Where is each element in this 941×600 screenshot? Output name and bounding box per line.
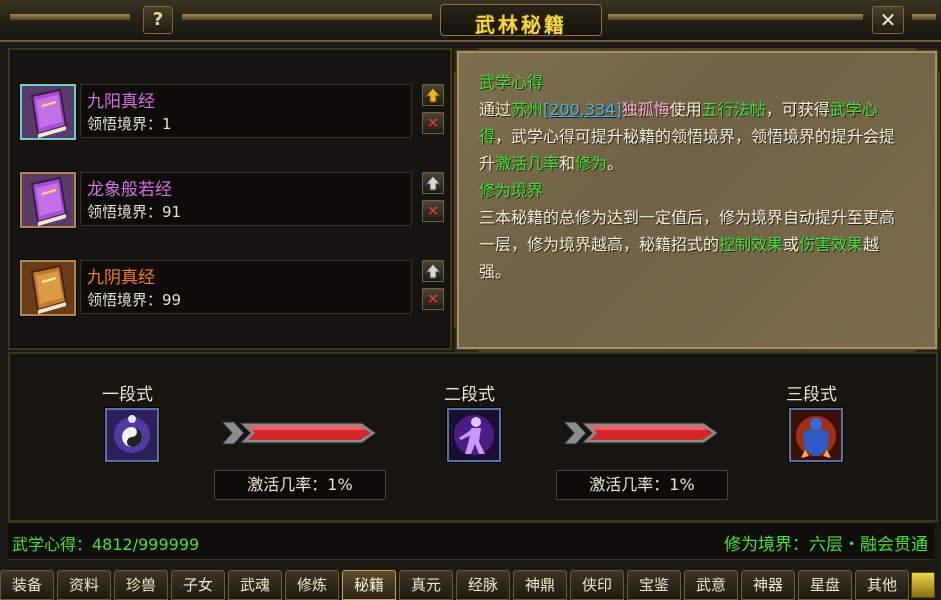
tab-hero-seal[interactable]: 侠印 [570, 570, 624, 600]
tab-true-essence[interactable]: 真元 [399, 570, 453, 600]
activation-rate-1: 激活几率：1% [214, 470, 386, 500]
title-bar[interactable]: ? 武林秘籍 ✕ [0, 0, 941, 42]
tab-equipment[interactable]: 装备 [0, 570, 54, 600]
orange-book-icon[interactable] [20, 260, 76, 316]
tab-artifacts[interactable]: 神器 [741, 570, 795, 600]
npc-name: 独孤悔 [621, 100, 670, 119]
tab-other[interactable]: 其他 [855, 570, 909, 600]
title-frame-rail-right [608, 14, 863, 20]
up-arrow-icon[interactable] [422, 84, 444, 106]
tab-pets[interactable]: 珍兽 [114, 570, 168, 600]
activation-rate-2: 激活几率：1% [556, 470, 728, 500]
remove-button[interactable]: ✕ [422, 288, 444, 310]
purple-book-icon[interactable] [20, 172, 76, 228]
heading-experience: 武学心得 [479, 73, 544, 92]
corner-ornament [454, 48, 478, 72]
tab-meridians[interactable]: 经脉 [456, 570, 510, 600]
tab-star-chart[interactable]: 星盘 [798, 570, 852, 600]
title-plaque: 武林秘籍 [440, 4, 602, 37]
tab-children[interactable]: 子女 [171, 570, 225, 600]
stage-label: 二段式 [444, 385, 495, 405]
remove-button[interactable]: ✕ [422, 112, 444, 134]
book-level: 领悟境界：99 [87, 291, 182, 309]
book-row[interactable]: 九阳真经 领悟境界：1 ✕ [20, 82, 444, 142]
flaming-warrior-icon[interactable] [789, 408, 843, 462]
description-panel: 武学心得 通过苏州[200,334]独孤悔使用五行法帖，可获得武学心得，武学心得… [454, 48, 940, 352]
book-level: 领悟境界：1 [87, 115, 172, 133]
up-arrow-icon[interactable] [422, 172, 444, 194]
progress-arrow-2 [562, 418, 720, 448]
up-arrow-icon[interactable] [422, 260, 444, 282]
book-level: 领悟境界：91 [87, 203, 182, 221]
tab-martial-intent[interactable]: 武意 [684, 570, 738, 600]
stage-label: 三段式 [786, 385, 837, 405]
location-link[interactable]: 苏州 [511, 100, 543, 119]
book-info[interactable]: 九阴真经 领悟境界：99 [80, 260, 412, 314]
cultivation-status: 修为境界：六层・融会贯通 [724, 535, 928, 555]
purple-aura-figure-icon[interactable] [447, 408, 501, 462]
book-info[interactable]: 龙象般若经 领悟境界：91 [80, 172, 412, 226]
martial-arts-secrets-window: ? 武林秘籍 ✕ 九阳真经 领悟境界：1 ✕ 龙象般若经 领悟境界：91 ✕ 九… [0, 0, 941, 600]
book-name: 九阳真经 [87, 92, 155, 112]
close-button[interactable]: ✕ [872, 6, 904, 34]
title-frame-rail-left [182, 14, 432, 20]
tab-martial-soul[interactable]: 武魂 [228, 570, 282, 600]
book-info[interactable]: 九阳真经 领悟境界：1 [80, 84, 412, 138]
corner-ornament [916, 328, 940, 352]
corner-ornament [916, 48, 940, 72]
purple-book-icon[interactable] [20, 84, 76, 140]
paragraph-experience: 通过苏州[200,334]独孤悔使用五行法帖，可获得武学心得，武学心得可提升秘籍… [479, 100, 896, 173]
book-list-panel: 九阳真经 领悟境界：1 ✕ 龙象般若经 领悟境界：91 ✕ 九阴真经 领悟境界：… [8, 48, 452, 350]
experience-status: 武学心得：4812/999999 [12, 535, 200, 554]
remove-button[interactable]: ✕ [422, 200, 444, 222]
coordinate-link[interactable]: [200,334] [543, 100, 622, 119]
yin-yang-meditation-icon[interactable] [105, 408, 159, 462]
heading-cultivation: 修为境界 [479, 181, 544, 200]
book-row[interactable]: 龙象般若经 领悟境界：91 ✕ [20, 170, 444, 230]
status-bar: 武学心得：4812/999999 修为境界：六层・融会贯通 [8, 522, 934, 560]
progress-arrow-1 [220, 418, 378, 448]
title-frame-left-ornament [10, 14, 130, 20]
tab-cultivate[interactable]: 修炼 [285, 570, 339, 600]
book-name: 九阴真经 [87, 268, 155, 288]
tab-profile[interactable]: 资料 [57, 570, 111, 600]
help-button[interactable]: ? [143, 6, 173, 34]
tab-divine-cauldron[interactable]: 神鼎 [513, 570, 567, 600]
stage-label: 一段式 [102, 385, 153, 405]
paragraph-cultivation: 三本秘籍的总修为达到一定值后，修为境界自动提升至更高一层，修为境界越高，秘籍招式… [479, 208, 896, 281]
skill-stages-panel: 一段式 二段式 三段式 激活几率：1% 激活几率：1% [8, 352, 938, 522]
title-frame-right-ornament [912, 14, 936, 20]
book-row[interactable]: 九阴真经 领悟境界：99 ✕ [20, 258, 444, 318]
tab-bar: 装备 资料 珍兽 子女 武魂 修炼 秘籍 真元 经脉 神鼎 侠印 宝鉴 武意 神… [0, 568, 941, 600]
item-name: 五行法帖 [701, 100, 766, 119]
book-name: 龙象般若经 [87, 180, 172, 200]
more-tabs-icon[interactable] [911, 572, 935, 598]
description-text: 武学心得 通过苏州[200,334]独孤悔使用五行法帖，可获得武学心得，武学心得… [479, 69, 899, 285]
corner-ornament [454, 328, 478, 352]
tab-treasure-mirror[interactable]: 宝鉴 [627, 570, 681, 600]
window-title: 武林秘籍 [475, 13, 567, 37]
tab-secret-books[interactable]: 秘籍 [342, 570, 396, 600]
